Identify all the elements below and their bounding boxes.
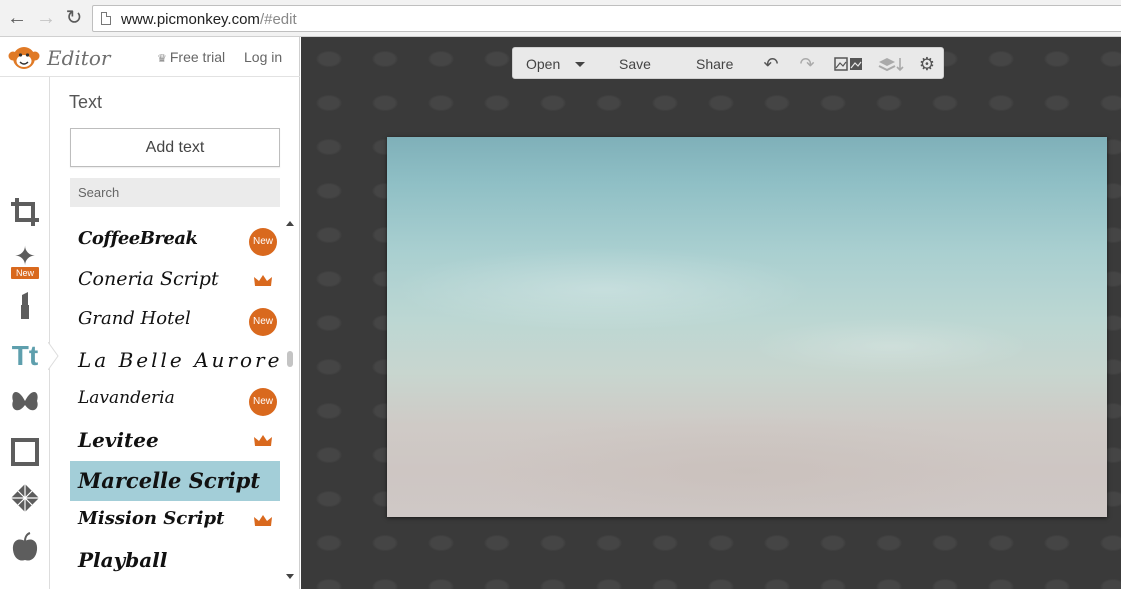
crop-icon[interactable] [8, 195, 42, 229]
text-icon[interactable]: Tt [8, 339, 42, 373]
scroll-thumb[interactable] [287, 351, 293, 367]
address-bar[interactable]: www.picmonkey.com/#edit [92, 5, 1121, 32]
new-badge: New [249, 388, 277, 416]
settings-gear-icon[interactable]: ⚙ [917, 54, 937, 74]
left-panel: Editor ♛ Free trial Log in ✦ New Tt Text… [0, 37, 300, 589]
url-text: www.picmonkey.com/#edit [121, 11, 297, 28]
overlays-icon[interactable] [8, 385, 42, 419]
new-badge: New [249, 228, 277, 256]
browser-toolbar: ← → ↻ www.picmonkey.com/#edit [0, 0, 1121, 37]
themes-icon[interactable] [8, 531, 42, 565]
frames-icon[interactable] [8, 435, 42, 469]
font-search-input[interactable]: Search [70, 178, 280, 207]
premium-crown-icon [254, 515, 272, 526]
premium-crown-icon [254, 435, 272, 446]
save-button[interactable]: Save [619, 56, 651, 72]
share-button[interactable]: Share [696, 56, 733, 72]
touch-up-icon[interactable] [8, 289, 42, 323]
add-text-button[interactable]: Add text [70, 128, 280, 167]
photo-canvas[interactable] [387, 137, 1107, 517]
forward-icon[interactable]: → [35, 7, 57, 29]
font-item-coffeebreak[interactable]: CoffeeBreak New [70, 221, 280, 261]
font-item-la-belle-aurore[interactable]: La Belle Aurore [70, 341, 280, 381]
new-badge: New [249, 308, 277, 336]
page-icon [101, 12, 111, 25]
scroll-down-icon[interactable] [286, 574, 294, 579]
undo-icon[interactable]: ↶ [761, 54, 781, 74]
premium-crown-icon [254, 275, 272, 286]
compare-icon[interactable] [833, 54, 865, 74]
tool-rail: ✦ New Tt [0, 77, 59, 589]
font-item-levitee[interactable]: Levitee [70, 421, 280, 461]
panel-title: Text [69, 92, 103, 112]
crown-icon: ♛ [157, 53, 167, 65]
layers-icon[interactable] [877, 54, 905, 74]
font-item-mission-script[interactable]: Mission Script [70, 501, 280, 541]
app-title: Editor [47, 46, 111, 70]
scroll-up-icon[interactable] [286, 221, 294, 226]
reload-icon[interactable]: ↻ [63, 7, 85, 29]
app-header: Editor ♛ Free trial Log in [0, 37, 300, 77]
back-icon[interactable]: ← [6, 7, 28, 29]
free-trial-link[interactable]: ♛ Free trial [157, 49, 225, 65]
open-dropdown-icon[interactable] [575, 62, 585, 67]
canvas-area: Open Save Share ↶ ↷ ⚙ [301, 37, 1121, 589]
font-item-marcelle-script[interactable]: Marcelle Script [70, 461, 280, 501]
redo-icon[interactable]: ↷ [797, 54, 817, 74]
active-pointer [48, 342, 59, 370]
font-list-scrollbar[interactable] [286, 221, 294, 589]
monkey-logo-icon[interactable] [8, 45, 40, 71]
login-link[interactable]: Log in [244, 49, 282, 65]
open-button[interactable]: Open [526, 56, 560, 72]
font-item-playball[interactable]: Playball [70, 541, 280, 581]
editor-toolbar: Open Save Share ↶ ↷ ⚙ [512, 47, 944, 79]
font-item-coneria-script[interactable]: Coneria Script [70, 261, 280, 301]
new-tag: New [11, 267, 39, 279]
font-list: CoffeeBreak New Coneria Script Grand Hot… [70, 221, 280, 589]
font-item-lavanderia[interactable]: Lavanderia New [70, 381, 280, 421]
textures-icon[interactable] [8, 481, 42, 515]
font-item-grand-hotel[interactable]: Grand Hotel New [70, 301, 280, 341]
